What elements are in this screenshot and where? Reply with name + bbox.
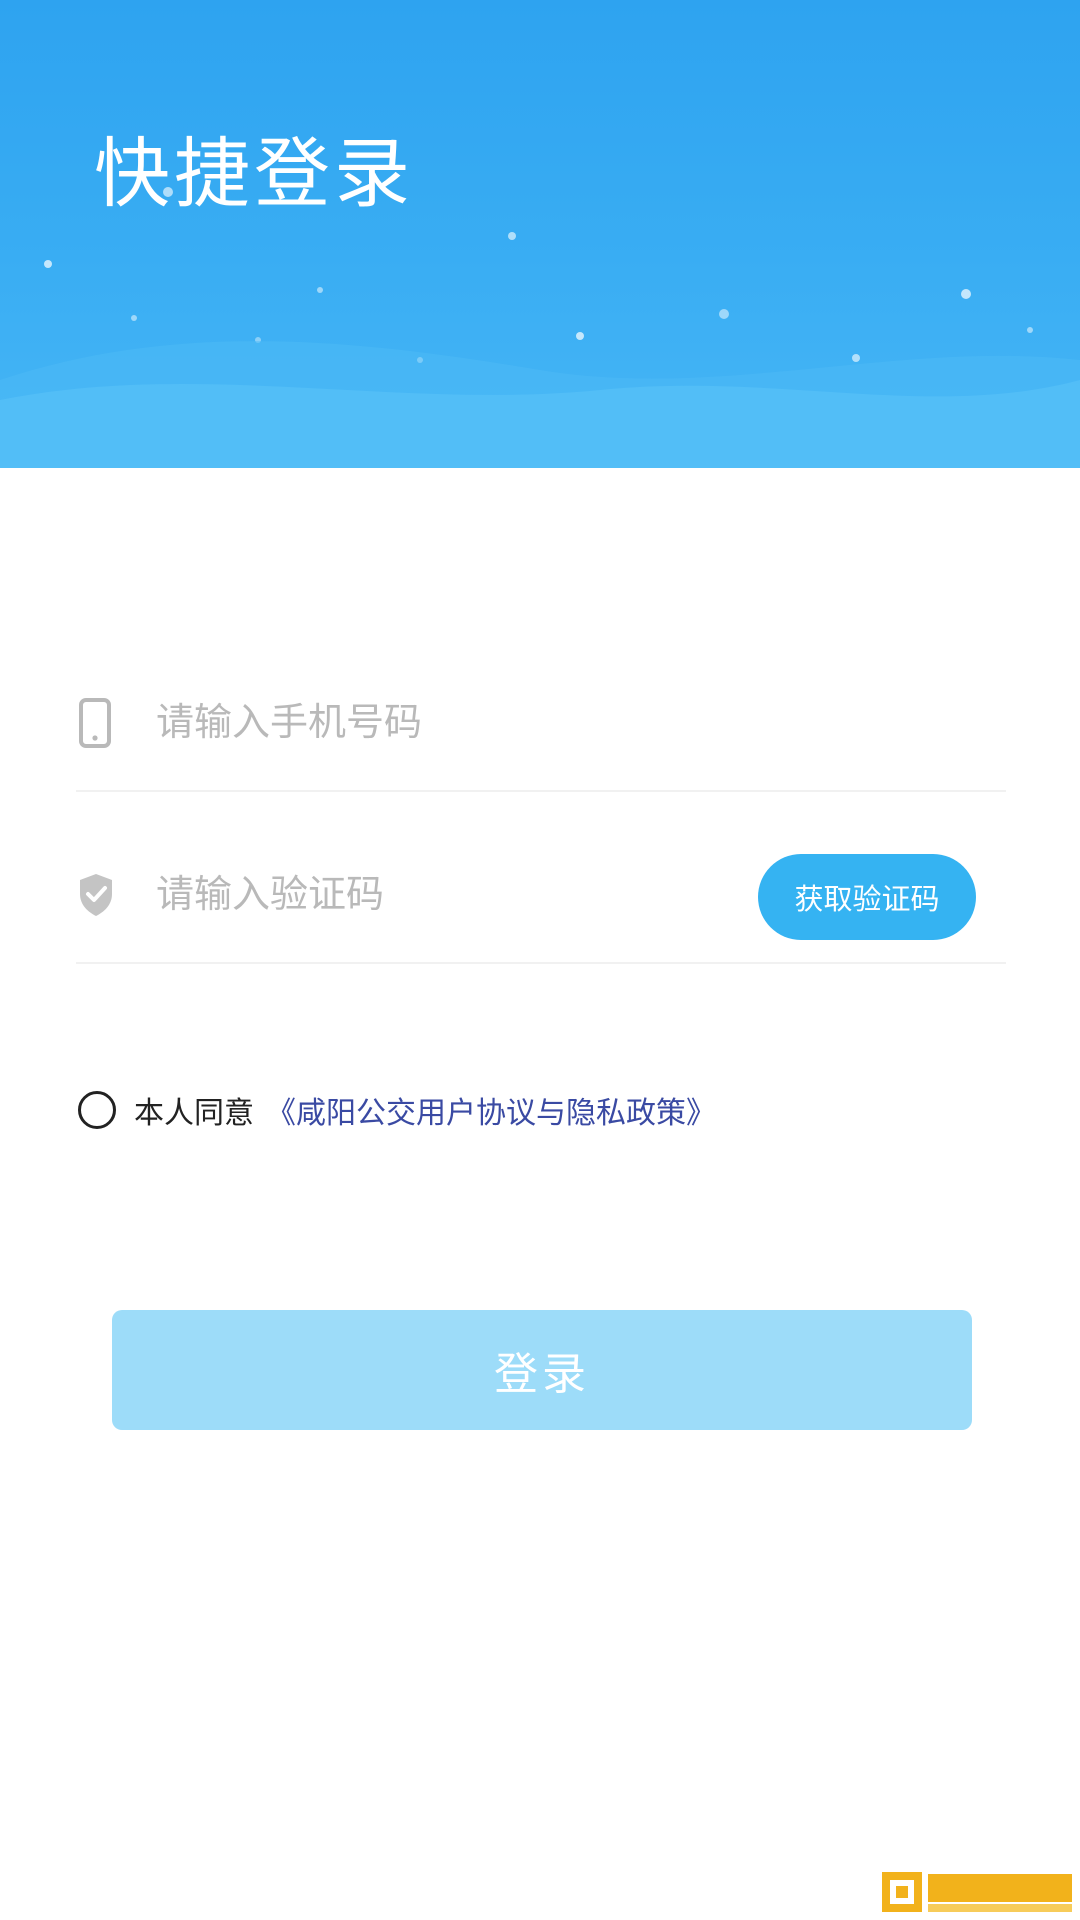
page-title: 快捷登录 <box>94 129 414 218</box>
get-code-button[interactable]: 获取验证码 <box>758 854 976 940</box>
phone-icon <box>79 698 111 748</box>
shield-icon <box>80 874 112 916</box>
agreement-row: 本人同意 《咸阳公交用户协议与隐私政策》 <box>78 1088 716 1132</box>
phone-input[interactable] <box>156 680 716 764</box>
phone-field-row <box>76 620 1006 792</box>
agreement-prefix: 本人同意 <box>134 1096 254 1131</box>
login-page: 快捷登录 获取验证码 本人同意 《咸阳公交用户协议与隐私政策》 登录 <box>0 0 1080 1920</box>
watermark-logo-icon <box>882 1872 1072 1912</box>
header-banner: 快捷登录 <box>0 0 1080 468</box>
agreement-checkbox[interactable] <box>78 1091 116 1129</box>
login-button[interactable]: 登录 <box>112 1310 972 1430</box>
decorative-waves <box>0 341 1080 468</box>
agreement-link[interactable]: 《咸阳公交用户协议与隐私政策》 <box>266 1088 716 1132</box>
code-input[interactable] <box>156 852 716 936</box>
code-field-row: 获取验证码 <box>76 792 1006 964</box>
